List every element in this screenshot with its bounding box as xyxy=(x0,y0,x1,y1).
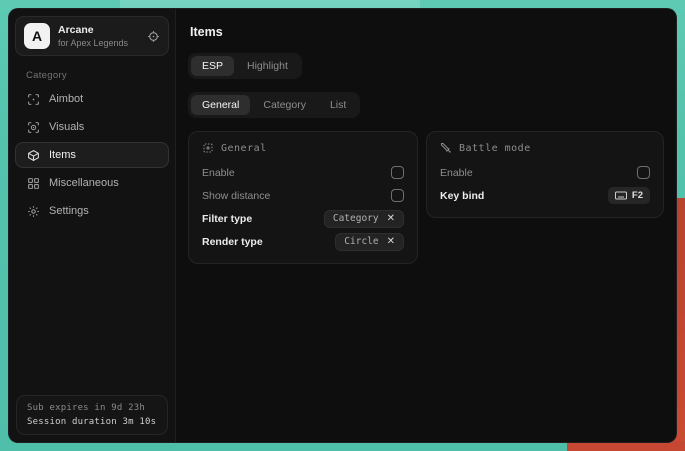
setting-row-show-distance: Show distance xyxy=(202,184,404,207)
keybind-button[interactable]: F2 xyxy=(608,187,650,204)
close-icon[interactable]: ✕ xyxy=(387,214,395,224)
package-icon xyxy=(27,149,40,162)
page-title: Items xyxy=(190,25,664,39)
enable-checkbox[interactable] xyxy=(391,166,404,179)
setting-label: Enable xyxy=(440,167,473,179)
category-section-label: Category xyxy=(26,70,175,81)
show-distance-checkbox[interactable] xyxy=(391,189,404,202)
overlay-window: A Arcane for Apex Legends Category xyxy=(8,8,677,443)
sidebar-item-aimbot[interactable]: Aimbot xyxy=(15,86,169,112)
app-title: Arcane xyxy=(58,24,139,36)
sidebar-item-miscellaneous[interactable]: Miscellaneous xyxy=(15,170,169,196)
sub-expiry-text: Sub expires in 9d 23h xyxy=(27,403,157,413)
sidebar-item-label: Aimbot xyxy=(49,93,83,105)
sidebar-item-settings[interactable]: Settings xyxy=(15,198,169,224)
sword-icon xyxy=(440,142,452,154)
setting-row-enable: Enable xyxy=(440,161,650,184)
card-title: Battle mode xyxy=(459,143,531,154)
setting-label: Enable xyxy=(202,167,235,179)
crosshair-scan-icon xyxy=(27,93,40,106)
tab-category[interactable]: Category xyxy=(252,95,317,115)
settings-cards: General Enable Show distance Filter type… xyxy=(188,131,664,264)
tab-list[interactable]: List xyxy=(319,95,357,115)
sidebar-item-visuals[interactable]: Visuals xyxy=(15,114,169,140)
setting-label: Show distance xyxy=(202,190,270,202)
session-duration-text: Session duration 3m 10s xyxy=(27,417,157,427)
filter-type-value: Category xyxy=(333,213,379,224)
sidebar-item-label: Items xyxy=(49,149,76,161)
main-content: Items ESP Highlight General Category Lis… xyxy=(176,9,676,442)
tab-esp[interactable]: ESP xyxy=(191,56,234,76)
general-card: General Enable Show distance Filter type… xyxy=(188,131,418,264)
sidebar-item-label: Visuals xyxy=(49,121,84,133)
setting-label: Filter type xyxy=(202,213,252,225)
battle-enable-checkbox[interactable] xyxy=(637,166,650,179)
tab-highlight[interactable]: Highlight xyxy=(236,56,299,76)
app-logo: A xyxy=(24,23,50,49)
filter-type-select[interactable]: Category ✕ xyxy=(324,210,404,228)
battle-mode-card: Battle mode Enable Key bind xyxy=(426,131,664,218)
setting-row-render-type: Render type Circle ✕ xyxy=(202,230,404,253)
sidebar-item-label: Miscellaneous xyxy=(49,177,119,189)
sidebar-item-label: Settings xyxy=(49,205,89,217)
tab-general[interactable]: General xyxy=(191,95,250,115)
app-subtitle: for Apex Legends xyxy=(58,38,139,48)
target-icon[interactable] xyxy=(147,30,160,43)
subscription-info-card: Sub expires in 9d 23h Session duration 3… xyxy=(16,395,168,435)
render-type-value: Circle xyxy=(344,236,378,247)
keyboard-icon xyxy=(615,191,627,200)
setting-label: Key bind xyxy=(440,190,484,202)
battle-mode-card-header: Battle mode xyxy=(440,142,650,154)
crosshair-frame-icon xyxy=(202,142,214,154)
setting-row-key-bind: Key bind F2 xyxy=(440,184,650,207)
sidebar: A Arcane for Apex Legends Category xyxy=(9,9,176,442)
view-tabs: General Category List xyxy=(188,92,360,118)
setting-row-filter-type: Filter type Category ✕ xyxy=(202,207,404,230)
render-type-select[interactable]: Circle ✕ xyxy=(335,233,404,251)
gear-icon xyxy=(27,205,40,218)
card-title: General xyxy=(221,143,267,154)
grid-icon xyxy=(27,177,40,190)
sidebar-nav: Aimbot Visuals Items xyxy=(9,85,175,225)
eye-scan-icon xyxy=(27,121,40,134)
mode-tabs: ESP Highlight xyxy=(188,53,302,79)
app-header-card: A Arcane for Apex Legends xyxy=(15,16,169,56)
app-titles: Arcane for Apex Legends xyxy=(58,24,139,48)
sidebar-item-items[interactable]: Items xyxy=(15,142,169,168)
general-card-header: General xyxy=(202,142,404,154)
keybind-value: F2 xyxy=(632,190,643,201)
setting-row-enable: Enable xyxy=(202,161,404,184)
setting-label: Render type xyxy=(202,236,263,248)
close-icon[interactable]: ✕ xyxy=(387,237,395,247)
